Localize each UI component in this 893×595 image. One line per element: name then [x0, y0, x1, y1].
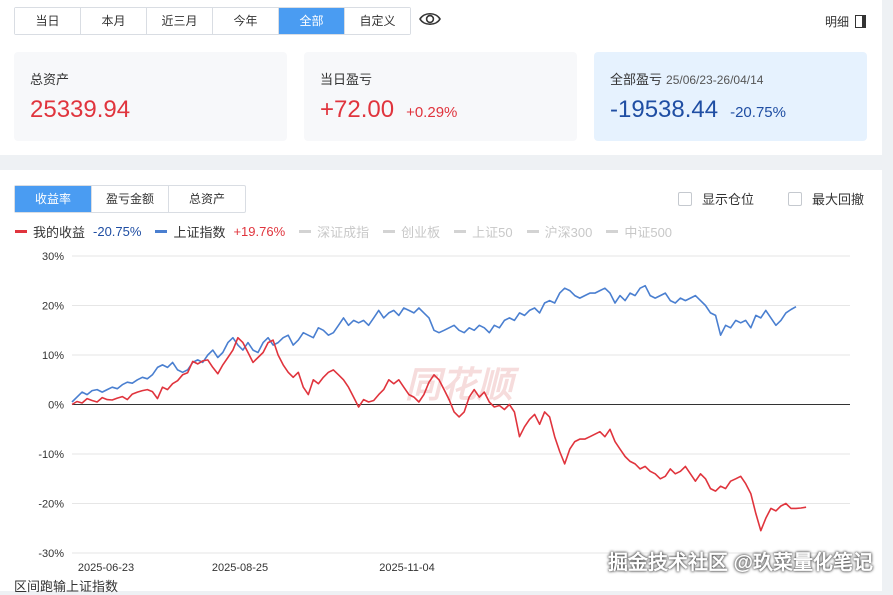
y-tick-label: -20% [38, 499, 64, 511]
watermark-logo: 同花顺 [405, 364, 520, 405]
y-tick-label: -30% [38, 548, 64, 560]
watermark-text: 掘金技术社区 @玖菜量化笔记 [607, 552, 873, 574]
y-tick-label: 20% [42, 301, 64, 313]
x-tick-label: 2025-08-25 [212, 562, 268, 574]
y-tick-label: 30% [42, 251, 64, 263]
returns-chart: 30% 20% 10% 0% -10% -20% -30% 同花顺 2025-06-23 2025… [38, 251, 850, 574]
y-tick-label: 10% [42, 350, 64, 362]
y-tick-label: 0% [48, 400, 64, 412]
x-tick-label: 2025-11-04 [379, 562, 434, 574]
y-tick-label: -10% [38, 449, 64, 461]
x-tick-label: 2025-06-23 [78, 562, 134, 574]
